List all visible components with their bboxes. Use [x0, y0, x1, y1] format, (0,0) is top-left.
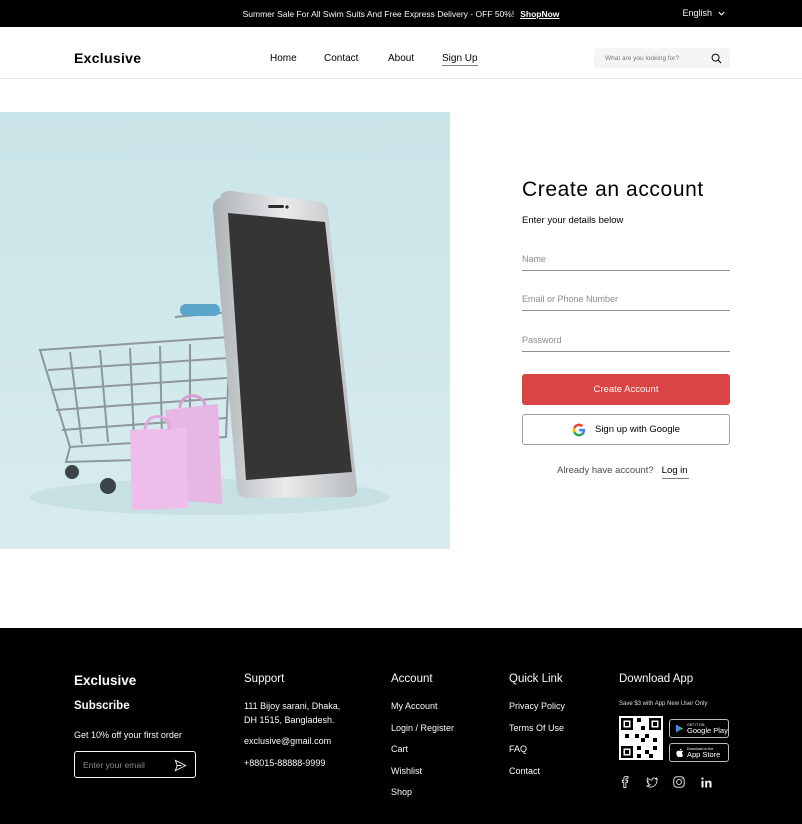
footer-quick-links: Quick Link Privacy Policy Terms Of Use F… — [509, 673, 565, 786]
support-title: Support — [244, 673, 285, 685]
nav-about[interactable]: About — [388, 53, 414, 64]
link-wishlist[interactable]: Wishlist — [391, 765, 454, 779]
google-play-icon — [675, 724, 684, 733]
link-contact[interactable]: Contact — [509, 765, 565, 779]
login-prompt: Already have account? Log in — [557, 465, 689, 479]
footer-logo[interactable]: Exclusive — [74, 673, 136, 688]
logo[interactable]: Exclusive — [74, 50, 141, 66]
footer-account: Account My Account Login / Register Cart… — [391, 673, 454, 808]
google-play-label: Google Play — [687, 725, 728, 735]
login-link[interactable]: Log in — [661, 465, 689, 479]
instagram-icon[interactable] — [673, 776, 685, 788]
name-field[interactable] — [522, 250, 730, 264]
form-subtitle: Enter your details below — [522, 215, 624, 226]
account-title: Account — [391, 673, 433, 685]
email-field[interactable] — [522, 290, 730, 304]
nav-contact[interactable]: Contact — [324, 53, 358, 64]
shop-now-link[interactable]: ShopNow — [520, 9, 559, 19]
footer-download: Download App Save $3 with App New User O… — [619, 673, 734, 813]
link-terms-of-use[interactable]: Terms Of Use — [509, 722, 565, 736]
download-title: Download App — [619, 673, 694, 685]
download-note: Save $3 with App New User Only — [619, 701, 708, 707]
support-address-1: 111 Bijoy sarani, Dhaka, — [244, 701, 341, 711]
have-account-text: Already have account? — [557, 465, 654, 476]
google-icon — [572, 423, 586, 436]
footer-support: Support 111 Bijoy sarani, Dhaka, DH 1515… — [244, 673, 340, 778]
apple-icon — [676, 748, 684, 757]
link-cart[interactable]: Cart — [391, 743, 454, 757]
search-input[interactable] — [605, 54, 705, 62]
quick-link-title: Quick Link — [509, 673, 563, 685]
site-header: Exclusive Home Contact About Sign Up — [0, 27, 802, 79]
search-bar — [594, 48, 730, 68]
facebook-icon[interactable] — [619, 776, 631, 788]
language-selector[interactable]: English — [682, 8, 726, 18]
app-store-badge[interactable]: Download on the App Store — [669, 743, 729, 762]
subscribe-title: Subscribe — [74, 700, 130, 712]
announcement-bar: Summer Sale For All Swim Suits And Free … — [0, 0, 802, 27]
search-icon[interactable] — [711, 53, 722, 64]
subscribe-box — [74, 751, 196, 778]
qr-code — [619, 716, 663, 760]
promo-text: Summer Sale For All Swim Suits And Free … — [242, 8, 515, 19]
password-field[interactable] — [522, 331, 730, 345]
google-signup-button[interactable]: Sign up with Google — [522, 414, 730, 445]
support-phone[interactable]: +88015-88888-9999 — [244, 757, 340, 771]
google-play-badge[interactable]: GET IT ON Google Play — [669, 719, 729, 738]
google-button-label: Sign up with Google — [594, 424, 681, 435]
link-login-register[interactable]: Login / Register — [391, 722, 454, 736]
signup-form: Create an account Enter your details bel… — [522, 178, 730, 479]
subscribe-text: Get 10% off your first order — [74, 730, 182, 740]
link-shop[interactable]: Shop — [391, 786, 454, 800]
support-address-2: DH 1515, Bangladesh. — [244, 714, 335, 725]
promo-message: Summer Sale For All Swim Suits And Free … — [243, 9, 560, 19]
nav-home[interactable]: Home — [270, 53, 297, 64]
support-email[interactable]: exclusive@gmail.com — [244, 735, 340, 749]
link-privacy-policy[interactable]: Privacy Policy — [509, 700, 565, 714]
email-field-wrap — [522, 289, 730, 311]
footer-subscribe: Exclusive Subscribe Get 10% off your fir… — [74, 673, 196, 778]
nav-sign-up[interactable]: Sign Up — [442, 53, 478, 66]
password-field-wrap — [522, 330, 730, 352]
chevron-down-icon — [718, 11, 725, 16]
link-my-account[interactable]: My Account — [391, 700, 454, 714]
language-label: English — [682, 8, 712, 18]
twitter-icon[interactable] — [646, 776, 658, 788]
create-account-button[interactable]: Create Account — [522, 374, 730, 405]
hero-image — [0, 112, 450, 549]
name-field-wrap — [522, 249, 730, 271]
link-faq[interactable]: FAQ — [509, 743, 565, 757]
subscribe-email-input[interactable] — [83, 759, 169, 770]
linkedin-icon[interactable] — [700, 776, 712, 788]
send-icon[interactable] — [174, 759, 187, 772]
qr-code-image — [621, 718, 661, 758]
site-footer: Exclusive Subscribe Get 10% off your fir… — [0, 628, 802, 824]
page-title: Create an account — [522, 178, 704, 201]
cart-phone-illustration — [0, 112, 450, 549]
app-store-label: App Store — [687, 749, 721, 759]
social-links — [619, 776, 712, 788]
